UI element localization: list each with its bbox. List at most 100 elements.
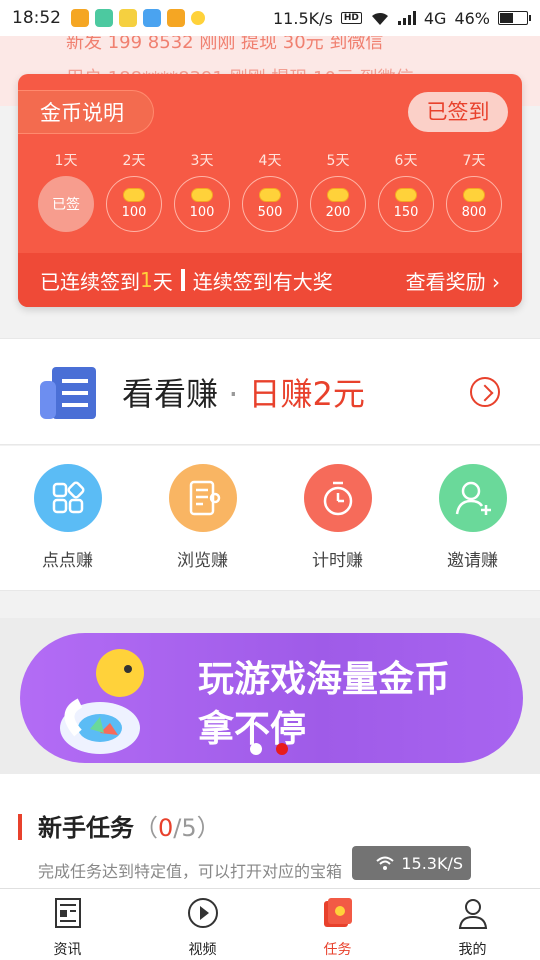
coin-icon — [463, 188, 485, 202]
nav-tab-label: 资讯 — [53, 942, 82, 958]
day-signed-badge[interactable]: 已签 — [38, 176, 94, 232]
streak-days: 1 — [140, 268, 153, 292]
day-label: 2天 — [122, 153, 146, 169]
streak-suffix: 天 — [152, 269, 173, 294]
day-reward: 800 — [461, 205, 487, 220]
network-speed: 11.5K/s — [273, 8, 333, 28]
streak-prefix: 已连续签到 — [40, 269, 140, 294]
grid-item-label: 浏览赚 — [177, 551, 228, 571]
grid-icon — [33, 464, 102, 532]
newbie-title-text: 新手任务 — [38, 814, 134, 842]
day-reward: 200 — [325, 205, 351, 220]
earn-grid: 点点赚 浏览赚 计时赚 邀请赚 — [0, 446, 540, 591]
grid-item-label: 邀请赚 — [447, 551, 498, 571]
nav-tab-label: 我的 — [458, 942, 487, 958]
see-earn-entry[interactable]: 看看赚 · 日赚2元 — [0, 338, 540, 445]
divider — [180, 269, 185, 291]
day-label: 5天 — [326, 153, 350, 169]
nav-tab[interactable]: 我的 — [405, 889, 540, 960]
day-reward-badge[interactable]: 800 — [446, 176, 502, 232]
wifi-icon — [371, 12, 388, 25]
see-earn-highlight: 日赚2元 — [248, 375, 365, 413]
game-mascot-icon — [60, 649, 144, 754]
news-icon — [50, 895, 86, 935]
status-bar: 18:52 11.5K/s HD 4G 46% — [0, 0, 540, 36]
newbie-progress: （0/5） — [134, 814, 221, 842]
notification-app-icon — [143, 9, 161, 27]
day-reward-badge[interactable]: 200 — [310, 176, 366, 232]
battery-icon — [498, 11, 531, 25]
view-reward-link[interactable]: 查看奖励 › — [406, 266, 500, 295]
video-icon — [185, 895, 221, 935]
nav-tab[interactable]: 任务 — [270, 889, 405, 960]
ticker-line: 新发 199 8532 刚刚 提现 30元 到微信 — [66, 36, 384, 53]
signed-in-button[interactable]: 已签到 — [408, 92, 508, 132]
day-reward: 150 — [393, 205, 419, 220]
grid-item-label: 点点赚 — [42, 551, 93, 571]
hd-icon: HD — [340, 12, 362, 24]
coin-icon — [259, 188, 281, 202]
coin-explain-button[interactable]: 金币说明 — [18, 90, 154, 134]
speed-value: 15.3K/S — [401, 853, 463, 873]
day-reward-badge[interactable]: 100 — [174, 176, 230, 232]
nav-tab[interactable]: 资讯 — [0, 889, 135, 960]
news-doc-icon — [40, 367, 96, 419]
day-reward-badge[interactable]: 150 — [378, 176, 434, 232]
day-label: 6天 — [394, 153, 418, 169]
signin-day: 1天已签 — [38, 150, 94, 232]
notification-app-icon — [191, 11, 205, 25]
bottom-nav: 资讯 视频 任务 我的 — [0, 888, 540, 960]
banner-line: 拿不停 — [198, 709, 307, 750]
screen: 18:52 11.5K/s HD 4G 46% 新发 199 8532 刚刚 提… — [0, 0, 540, 960]
battery-level: 46% — [454, 8, 490, 28]
section-accent-bar — [18, 814, 22, 840]
day-label: 1天 — [54, 153, 78, 169]
signin-days: 1天已签 2天 100 3天 100 4天 500 5天 200 6天 150 7天 800 — [18, 150, 522, 232]
invite-user-icon — [438, 464, 507, 532]
game-banner[interactable]: 玩游戏海量金币 拿不停 — [20, 633, 523, 763]
see-earn-sep: · — [218, 375, 249, 413]
paren: （ — [134, 814, 158, 842]
day-label: 3天 — [190, 153, 214, 169]
notification-app-icon — [95, 9, 113, 27]
notification-app-icon — [167, 9, 185, 27]
grid-item[interactable]: 浏览赚 — [135, 446, 270, 590]
day-reward: 100 — [189, 205, 215, 220]
day-reward: 100 — [121, 205, 147, 220]
profile-icon — [455, 895, 491, 935]
signin-day: 4天 500 — [242, 150, 298, 232]
stopwatch-icon — [303, 464, 372, 532]
day-reward-badge[interactable]: 500 — [242, 176, 298, 232]
signin-day: 2天 100 — [106, 150, 162, 232]
clock: 18:52 — [12, 8, 61, 28]
coin-icon — [191, 188, 213, 202]
carousel-dot[interactable] — [250, 743, 262, 755]
day-reward-badge[interactable]: 100 — [106, 176, 162, 232]
notification-app-icon — [119, 9, 137, 27]
bonus-text: 连续签到有大奖 — [192, 269, 333, 294]
newbie-title: 新手任务（0/5） — [38, 808, 221, 843]
signin-day: 5天 200 — [310, 150, 366, 232]
grid-item[interactable]: 点点赚 — [0, 446, 135, 590]
signin-card: 金币说明 已签到 1天 已签 2天 100 3天 100 4天 500 5天 200 6天 150 7天… — [18, 74, 522, 307]
banner-line: 玩游戏海量金币 — [198, 659, 451, 700]
banner-section: 玩游戏海量金币 拿不停 — [0, 618, 540, 774]
signal-icon — [397, 11, 416, 25]
nav-tab[interactable]: 视频 — [135, 889, 270, 960]
chevron-right-icon[interactable] — [470, 377, 500, 407]
network-type: 4G — [423, 8, 447, 28]
day-label: 7天 — [462, 153, 486, 169]
grid-item-label: 计时赚 — [312, 551, 363, 571]
see-earn-title: 看看赚 · 日赚2元 — [122, 369, 365, 415]
notification-app-icon — [71, 9, 89, 27]
grid-item[interactable]: 计时赚 — [270, 446, 405, 590]
paren: ） — [196, 814, 221, 842]
coin-icon — [327, 188, 349, 202]
browse-icon — [168, 464, 237, 532]
grid-item[interactable]: 邀请赚 — [405, 446, 540, 590]
signin-day: 6天 150 — [378, 150, 434, 232]
carousel-dot-active[interactable] — [276, 743, 288, 755]
signin-day: 3天 100 — [174, 150, 230, 232]
nav-tab-label: 视频 — [188, 942, 217, 958]
newbie-desc: 完成任务达到特定值，可以打开对应的宝箱 — [38, 862, 343, 881]
